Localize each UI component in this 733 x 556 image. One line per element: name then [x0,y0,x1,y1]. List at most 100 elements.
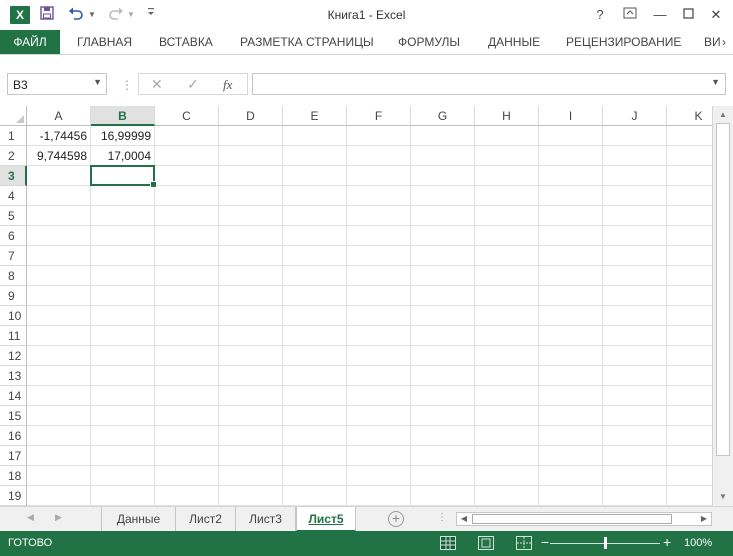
cell-f11[interactable] [347,326,411,346]
cell-g16[interactable] [411,426,475,446]
formula-expand-icon[interactable]: ▼ [711,77,720,87]
sheet-tab-list2[interactable]: Лист2 [176,507,236,531]
cell-a9[interactable] [27,286,91,306]
cell-e4[interactable] [283,186,347,206]
cell-j2[interactable] [603,146,667,166]
cell-h2[interactable] [475,146,539,166]
cell-e1[interactable] [283,126,347,146]
cell-i15[interactable] [539,406,603,426]
cell-k2[interactable] [667,146,712,166]
cell-d13[interactable] [219,366,283,386]
cell-j3[interactable] [603,166,667,186]
cell-d1[interactable] [219,126,283,146]
row-header-12[interactable]: 12 [0,346,27,366]
cell-e16[interactable] [283,426,347,446]
cell-f7[interactable] [347,246,411,266]
cell-b2[interactable]: 17,0004 [91,146,155,166]
cell-g12[interactable] [411,346,475,366]
zoom-slider-thumb[interactable] [604,537,607,549]
cell-g15[interactable] [411,406,475,426]
cell-a17[interactable] [27,446,91,466]
cell-b19[interactable] [91,486,155,506]
cell-k3[interactable] [667,166,712,186]
cell-g8[interactable] [411,266,475,286]
cell-f6[interactable] [347,226,411,246]
cell-k11[interactable] [667,326,712,346]
cell-b3[interactable] [91,166,155,186]
cell-j7[interactable] [603,246,667,266]
cell-c16[interactable] [155,426,219,446]
cell-h11[interactable] [475,326,539,346]
cell-f2[interactable] [347,146,411,166]
cell-k6[interactable] [667,226,712,246]
cell-i5[interactable] [539,206,603,226]
row-header-13[interactable]: 13 [0,366,27,386]
cell-d10[interactable] [219,306,283,326]
cell-h16[interactable] [475,426,539,446]
cell-j15[interactable] [603,406,667,426]
normal-view-icon[interactable] [440,536,456,550]
cell-j12[interactable] [603,346,667,366]
cell-a6[interactable] [27,226,91,246]
cell-e17[interactable] [283,446,347,466]
cell-g2[interactable] [411,146,475,166]
cell-b14[interactable] [91,386,155,406]
cell-j1[interactable] [603,126,667,146]
tab-view[interactable]: ВИ [704,30,721,54]
scroll-right-icon[interactable]: ▶ [697,513,711,525]
cell-c14[interactable] [155,386,219,406]
cell-h13[interactable] [475,366,539,386]
cell-d5[interactable] [219,206,283,226]
cell-e15[interactable] [283,406,347,426]
cell-b18[interactable] [91,466,155,486]
cell-i10[interactable] [539,306,603,326]
cell-b12[interactable] [91,346,155,366]
cell-a2[interactable]: 9,744598 [27,146,91,166]
cell-k13[interactable] [667,366,712,386]
cell-b8[interactable] [91,266,155,286]
cell-c17[interactable] [155,446,219,466]
row-header-3[interactable]: 3 [0,166,27,186]
scroll-up-icon[interactable]: ▲ [713,107,733,123]
cell-c9[interactable] [155,286,219,306]
sheet-tab-list5[interactable]: Лист5 [296,507,356,532]
enter-icon[interactable]: ✓ [187,76,199,93]
cell-i14[interactable] [539,386,603,406]
cell-c10[interactable] [155,306,219,326]
cell-c19[interactable] [155,486,219,506]
row-header-2[interactable]: 2 [0,146,27,166]
cell-h14[interactable] [475,386,539,406]
cell-b11[interactable] [91,326,155,346]
column-header-i[interactable]: I [539,106,603,126]
row-header-7[interactable]: 7 [0,246,27,266]
column-header-c[interactable]: C [155,106,219,126]
formula-bar-grip-icon[interactable]: ⋮ [121,78,133,92]
column-header-e[interactable]: E [283,106,347,126]
tab-file[interactable]: ФАЙЛ [0,30,60,54]
cell-f4[interactable] [347,186,411,206]
cell-f13[interactable] [347,366,411,386]
cell-c18[interactable] [155,466,219,486]
cell-i1[interactable] [539,126,603,146]
cell-e11[interactable] [283,326,347,346]
cell-g1[interactable] [411,126,475,146]
insert-function-icon[interactable]: fx [223,77,232,93]
cell-h3[interactable] [475,166,539,186]
cell-k18[interactable] [667,466,712,486]
cell-k1[interactable] [667,126,712,146]
column-header-a[interactable]: A [27,106,91,126]
formula-input[interactable]: ▼ [252,73,726,95]
cell-i9[interactable] [539,286,603,306]
tab-scroll-right-icon[interactable]: › [722,30,726,54]
cell-d8[interactable] [219,266,283,286]
cell-g14[interactable] [411,386,475,406]
cell-j5[interactable] [603,206,667,226]
tab-home[interactable]: ГЛАВНАЯ [77,30,132,54]
cell-k4[interactable] [667,186,712,206]
column-header-d[interactable]: D [219,106,283,126]
cell-a14[interactable] [27,386,91,406]
cell-g17[interactable] [411,446,475,466]
cell-h5[interactable] [475,206,539,226]
cell-h4[interactable] [475,186,539,206]
row-header-14[interactable]: 14 [0,386,27,406]
